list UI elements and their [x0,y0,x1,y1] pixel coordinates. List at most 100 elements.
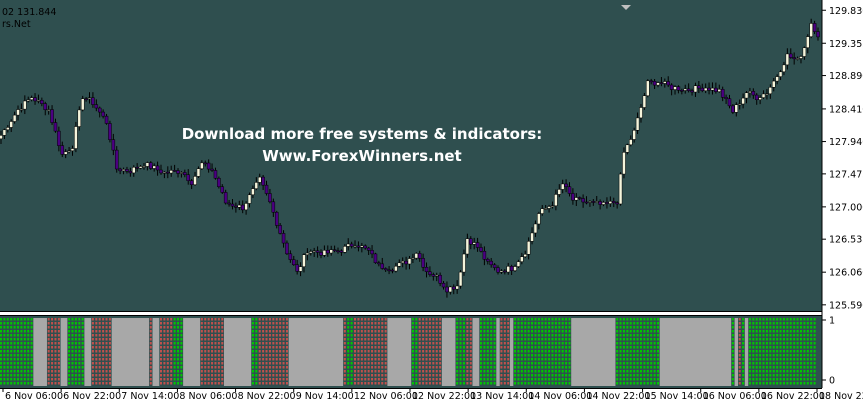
indicator-bar-dash [779,354,782,357]
indicator-bar-dash [350,346,353,349]
indicator-bar-dash [619,370,622,373]
indicator-neutral-block [288,318,344,386]
indicator-bar-dash [170,318,173,321]
indicator-bar-dash [347,346,350,349]
indicator-bar-dash [173,362,176,365]
candle-body [377,262,381,265]
indicator-bar-dash [432,326,435,329]
indicator-bar-dash [27,358,30,361]
indicator-bar-dash [486,322,489,325]
indicator-bar-dash [507,362,510,365]
indicator-bar-dash [622,342,625,345]
indicator-bar-dash [813,342,816,345]
candle-body [53,122,58,132]
indicator-bar-dash [367,326,370,329]
indicator-bar-dash [81,350,84,353]
indicator-bar-dash [177,358,180,361]
indicator-bar-dash [639,342,642,345]
indicator-bar-dash [71,322,74,325]
indicator-bar-dash [78,370,81,373]
indicator-bar-dash [217,342,220,345]
candle-body [537,213,541,225]
indicator-bar-dash [551,370,554,373]
indicator-bar-dash [786,338,789,341]
indicator-bar-dash [738,342,741,345]
indicator-bar-dash [806,370,809,373]
indicator-bar-dash [762,366,765,369]
indicator-bar-dash [272,362,275,365]
indicator-bar-dash [537,354,540,357]
indicator-bar-dash [272,318,275,321]
indicator-bar-dash [653,318,656,321]
indicator-bar-dash [68,350,71,353]
candle-body [506,266,510,273]
indicator-bar-dash [479,330,482,333]
candle-body [778,71,783,77]
indicator-bar-dash [520,350,523,353]
indicator-bar-dash [435,370,438,373]
indicator-bar-dash [81,330,84,333]
indicator-bar-dash [796,322,799,325]
indicator-bar-dash [565,342,568,345]
indicator-bar-dash [789,374,792,377]
indicator-bar-dash [653,322,656,325]
indicator-bar-dash [622,378,625,381]
indicator-bar-dash [3,330,6,333]
indicator-bar-dash [95,362,98,365]
indicator-bar-dash [364,346,367,349]
indicator-bar-dash [265,382,268,385]
indicator-bar-dash [108,370,111,373]
indicator-bar-dash [765,366,768,369]
indicator-bar-dash [650,322,653,325]
indicator-neutral-block [152,318,160,386]
indicator-bar-dash [565,354,568,357]
indicator-bar-dash [459,374,462,377]
indicator-bar-dash [520,374,523,377]
indicator-bar-dash [384,346,387,349]
indicator-bar-dash [350,382,353,385]
indicator-bar-dash [68,338,71,341]
indicator-bar-dash [813,378,816,381]
indicator-bar-dash [268,350,271,353]
candle-body [642,95,647,108]
indicator-bar-dash [108,318,111,321]
indicator-bar-dash [360,370,363,373]
indicator-bar-dash [551,326,554,329]
indicator-bar-dash [483,342,486,345]
indicator-bar-dash [255,358,258,361]
indicator-bar-dash [207,326,210,329]
candle-body [734,104,739,113]
indicator-bar-dash [221,354,224,357]
time-tick-label: 16 Nov 22:00 [761,391,825,402]
indicator-bar-dash [285,338,288,341]
indicator-bar-dash [755,382,758,385]
indicator-bar-dash [285,342,288,345]
indicator-bar-dash [425,358,428,361]
candle-body [210,168,214,171]
indicator-bar-dash [633,318,636,321]
indicator-bar-dash [769,318,772,321]
indicator-bar-dash [285,354,288,357]
indicator-bar-dash [272,334,275,337]
indicator-bar-dash [531,358,534,361]
indicator-bar-dash [374,382,377,385]
indicator-bar-dash [343,350,346,353]
candle-body [428,271,432,275]
indicator-bar-dash [374,362,377,365]
indicator-bar-dash [384,318,387,321]
indicator-bar-dash [258,370,261,373]
indicator-bar-dash [633,342,636,345]
indicator-bar-dash [650,330,653,333]
indicator-bar-dash [102,322,105,325]
indicator-bar-dash [428,382,431,385]
indicator-bar-dash [459,382,462,385]
indicator-bar-dash [217,358,220,361]
indicator-bar-dash [653,342,656,345]
indicator-bar-dash [622,334,625,337]
indicator-bar-dash [71,346,74,349]
candle-body [714,87,718,92]
indicator-bar-dash [377,358,380,361]
candle-body [543,208,548,210]
indicator-bar-dash [415,346,418,349]
indicator-bar-dash [524,326,527,329]
